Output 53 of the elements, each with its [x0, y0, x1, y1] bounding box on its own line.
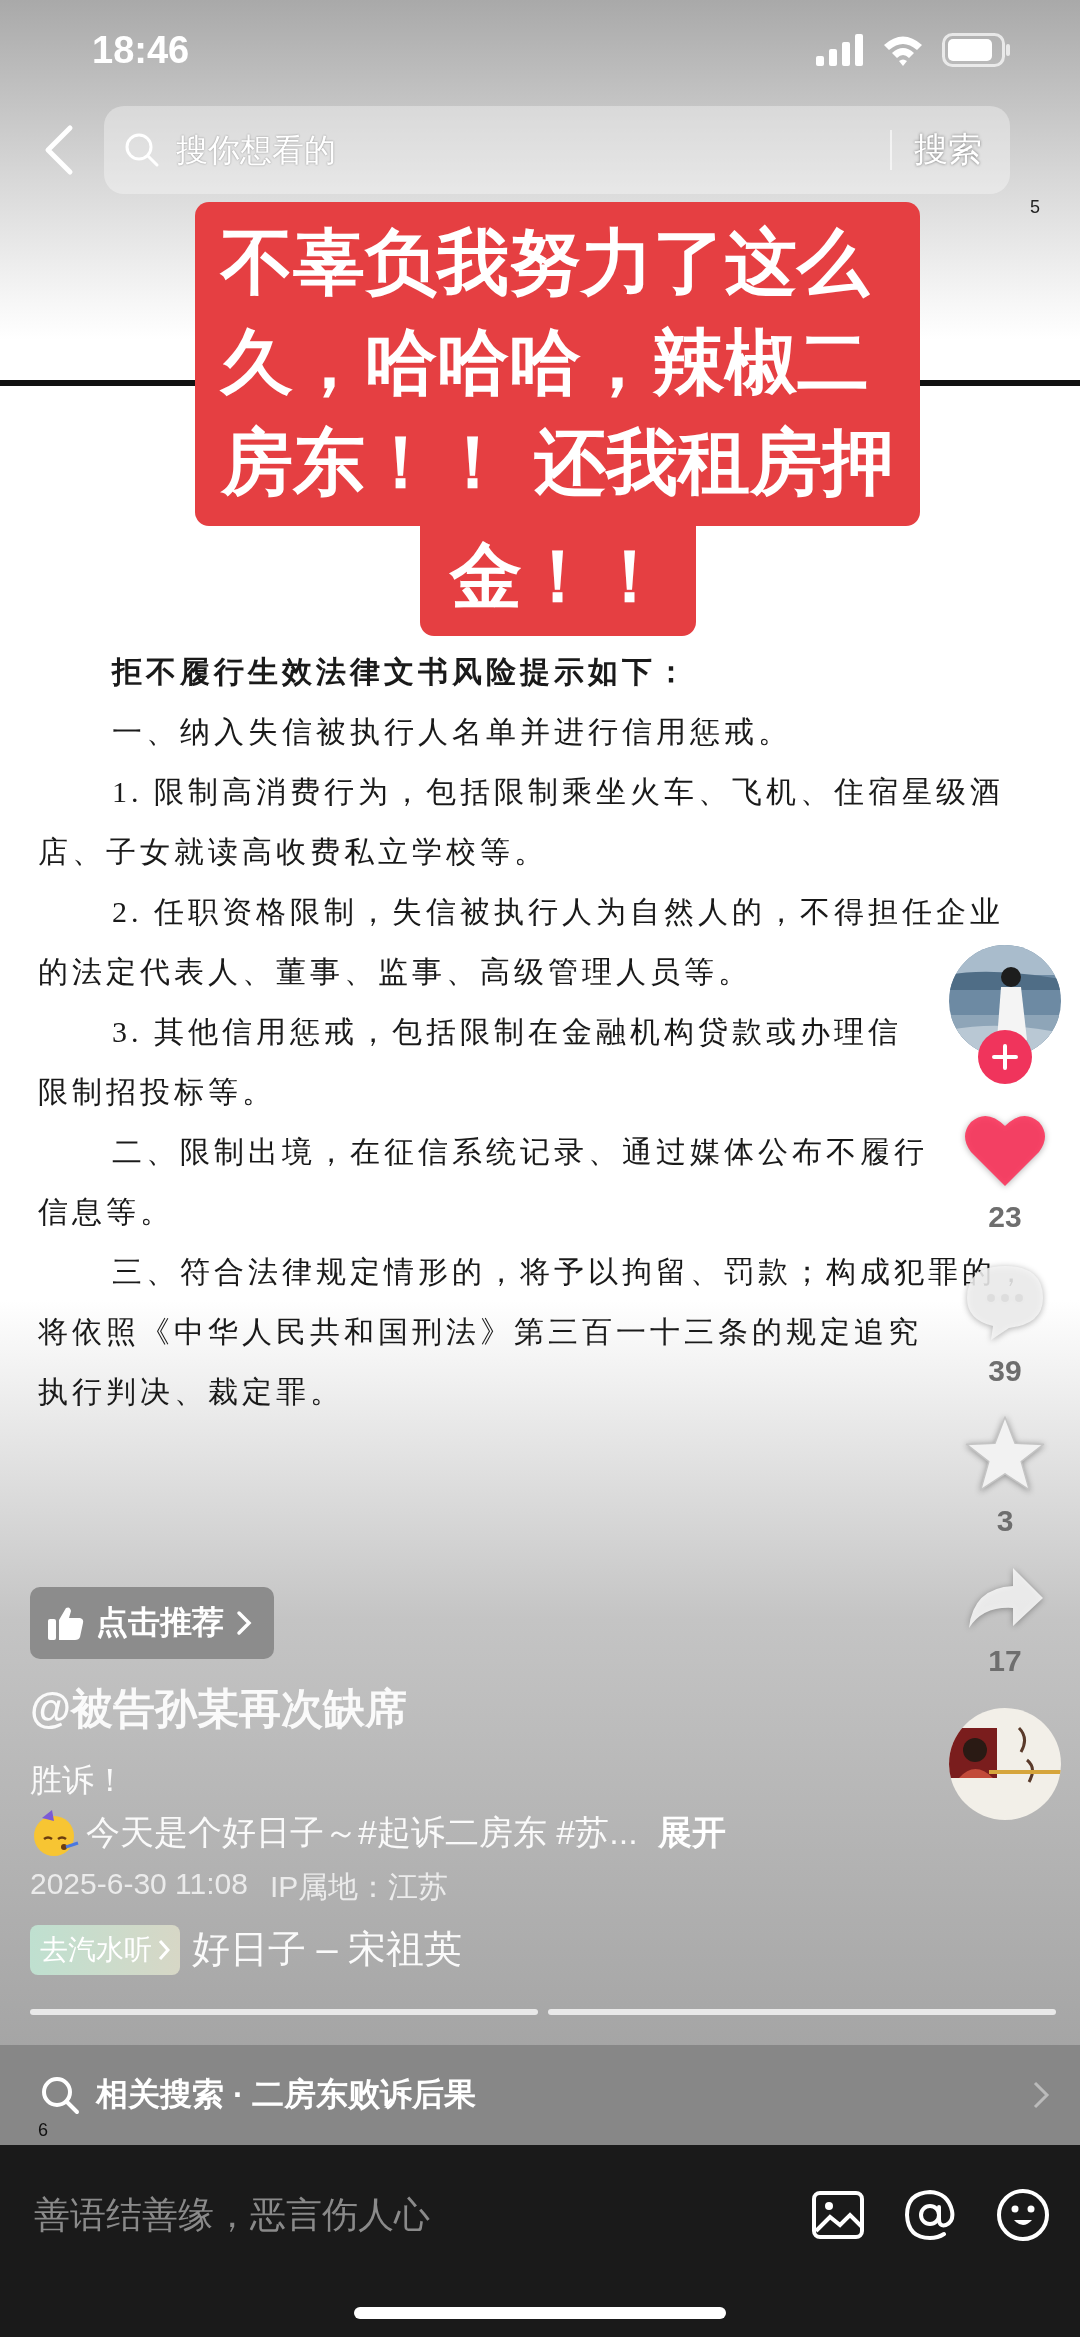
wifi-icon	[882, 34, 924, 66]
post-text: 胜诉！	[30, 1761, 126, 1800]
smiley-icon	[996, 2188, 1050, 2242]
ip-location: IP属地：江苏	[269, 1869, 449, 1905]
document-line: 执行判决、裁定罪。	[37, 1374, 344, 1410]
search-button[interactable]: 搜索	[906, 127, 990, 173]
caption-line: 不辜负我努力了这么	[221, 219, 871, 306]
image-icon	[812, 2191, 864, 2239]
chevron-right-icon	[158, 1938, 170, 1961]
emoji-button[interactable]	[996, 2188, 1050, 2242]
battery-icon	[942, 33, 1010, 67]
document-line: 店、子女就读高收费私立学校等。	[37, 834, 548, 870]
author-name[interactable]: @被告孙某再次缺席	[30, 1681, 407, 1737]
image-button[interactable]	[812, 2191, 864, 2239]
thumbs-up-icon	[48, 1606, 84, 1640]
document-line: 限制招投标等。	[37, 1074, 276, 1110]
comment-count: 39	[988, 1354, 1022, 1388]
document-line: 一、纳入失信被执行人名单并进行信用惩戒。	[111, 714, 792, 750]
chevron-right-icon	[1032, 2080, 1050, 2110]
caption-line: 久，哈哈哈，辣椒二	[221, 319, 870, 406]
caption-line: 金！！	[449, 534, 666, 618]
document-line: 拒不履行生效法律文书风险提示如下：	[110, 654, 690, 690]
document-line: 1. 限制高消费行为，包括限制乘坐火车、飞机、住宿星级酒	[111, 774, 1004, 810]
search-icon	[40, 2075, 80, 2115]
related-search-bar[interactable]: 相关搜索 · 二房东败诉后果 6	[0, 2045, 1080, 2145]
recommend-button[interactable]: 点击推荐	[30, 1587, 274, 1659]
search-icon	[124, 132, 160, 168]
chevron-right-icon	[236, 1610, 252, 1636]
expand-link[interactable]: 展开	[657, 1810, 726, 1856]
page-number: 5	[1030, 197, 1040, 218]
status-time: 18:46	[92, 28, 190, 72]
favorite-count: 3	[996, 1504, 1014, 1538]
comment-input[interactable]: 善语结善缘，恶言伤人心	[32, 2193, 772, 2237]
signal-icon	[816, 34, 864, 66]
post-date: 2025-6-30 11:08	[30, 1867, 248, 1902]
like-count: 23	[988, 1200, 1022, 1234]
document-line: 的法定代表人、董事、监事、高级管理人员等。	[37, 954, 752, 990]
mention-button[interactable]	[904, 2189, 956, 2241]
document-line: 信息等。	[37, 1194, 174, 1230]
document-line: 2. 任职资格限制，失信被执行人为自然人的，不得担任企业	[111, 894, 1004, 930]
caption-line: 房东！！ 还我租房押	[221, 419, 895, 506]
star-icon[interactable]	[965, 1416, 1045, 1492]
plus-icon	[992, 1044, 1018, 1070]
document-line: 三、符合法律规定情形的，将予以拘留、罚款；构成犯罪的，	[111, 1254, 1030, 1290]
share-count: 17	[988, 1644, 1022, 1678]
document-line: 将依照《中华人民共和国刑法》第三百一十三条的规定追究	[37, 1314, 922, 1350]
post-hashtags: 今天是个好日子～#起诉二房东 #苏...	[86, 1812, 638, 1853]
document-line: 3. 其他信用惩戒，包括限制在金融机构贷款或办理信	[111, 1014, 902, 1050]
at-sign-icon	[904, 2189, 956, 2241]
song-title[interactable]: 好日子 – 宋祖英	[192, 1924, 463, 1975]
page-number: 6	[38, 2120, 48, 2141]
related-search-text: 相关搜索 · 二房东败诉后果	[96, 2075, 478, 2114]
document-line: 二、限制出境，在征信系统记录、通过媒体公布不履行	[111, 1134, 928, 1170]
